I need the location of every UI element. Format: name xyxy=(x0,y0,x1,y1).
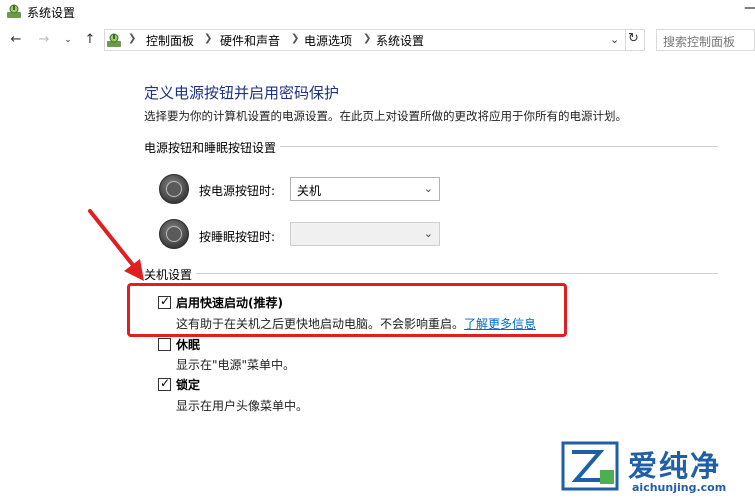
lock-label[interactable]: 锁定 xyxy=(176,376,200,393)
hibernate-label[interactable]: 休眠 xyxy=(176,336,200,353)
up-arrow-icon[interactable]: ↑ xyxy=(82,32,98,48)
annotation-arrow-icon xyxy=(88,209,144,281)
refresh-icon[interactable]: ↻ xyxy=(628,31,639,46)
select-value: 关机 xyxy=(297,184,322,198)
power-button-action-select[interactable]: 关机 ⌄ xyxy=(290,177,440,201)
recent-pages-chevron-icon[interactable]: ⌄ xyxy=(60,32,76,48)
lock-description: 显示在用户头像菜单中。 xyxy=(176,399,309,413)
chevron-right-icon[interactable]: ❯ xyxy=(363,33,371,44)
breadcrumb-control-panel[interactable]: 控制面板 xyxy=(146,32,194,49)
forward-arrow-icon[interactable]: → xyxy=(36,32,52,48)
back-arrow-icon[interactable]: ← xyxy=(8,32,24,48)
power-button-icon xyxy=(159,174,189,204)
checkmark-icon: ✓ xyxy=(160,376,171,390)
chevron-right-icon[interactable]: ❯ xyxy=(204,33,212,44)
chevron-down-icon[interactable]: ⌄ xyxy=(610,33,619,46)
breadcrumb-hardware-sound[interactable]: 硬件和声音 xyxy=(220,32,280,49)
hibernate-checkbox[interactable] xyxy=(158,338,171,351)
chevron-down-icon: ⌄ xyxy=(423,182,433,195)
window-title: 系统设置 xyxy=(27,6,76,20)
chevron-down-icon: ⌄ xyxy=(423,227,433,240)
search-placeholder[interactable]: 搜索控制面板 xyxy=(663,33,735,50)
page-title: 定义电源按钮并启用密码保护 xyxy=(144,84,340,102)
watermark-logo-icon xyxy=(561,441,619,491)
control-panel-icon xyxy=(107,33,121,47)
control-panel-icon xyxy=(7,4,21,18)
title-bar xyxy=(0,0,755,24)
power-button-label: 按电源按钮时: xyxy=(199,184,276,198)
watermark-url: aichunjing.com xyxy=(632,481,727,494)
hibernate-description: 显示在"电源"菜单中。 xyxy=(176,358,296,372)
sleep-button-action-select[interactable]: ⌄ xyxy=(290,222,440,246)
watermark-brand: 爱纯净 xyxy=(628,449,722,483)
chevron-right-icon[interactable]: ❯ xyxy=(128,33,136,44)
section-divider xyxy=(144,273,718,274)
breadcrumb-system-settings[interactable]: 系统设置 xyxy=(376,32,424,49)
sleep-button-icon xyxy=(159,219,189,249)
sleep-button-label: 按睡眠按钮时: xyxy=(199,230,276,244)
highlight-box xyxy=(127,283,567,337)
section-heading-buttons: 电源按钮和睡眠按钮设置 xyxy=(144,139,281,156)
breadcrumb-power-options[interactable]: 电源选项 xyxy=(304,32,352,49)
chevron-right-icon[interactable]: ❯ xyxy=(291,33,299,44)
minimize-button[interactable]: — xyxy=(744,0,755,16)
page-description: 选择要为你的计算机设置的电源设置。在此页上对设置所做的更改将应用于你所有的电源计… xyxy=(144,109,627,123)
lock-checkbox[interactable]: ✓ xyxy=(158,376,171,391)
